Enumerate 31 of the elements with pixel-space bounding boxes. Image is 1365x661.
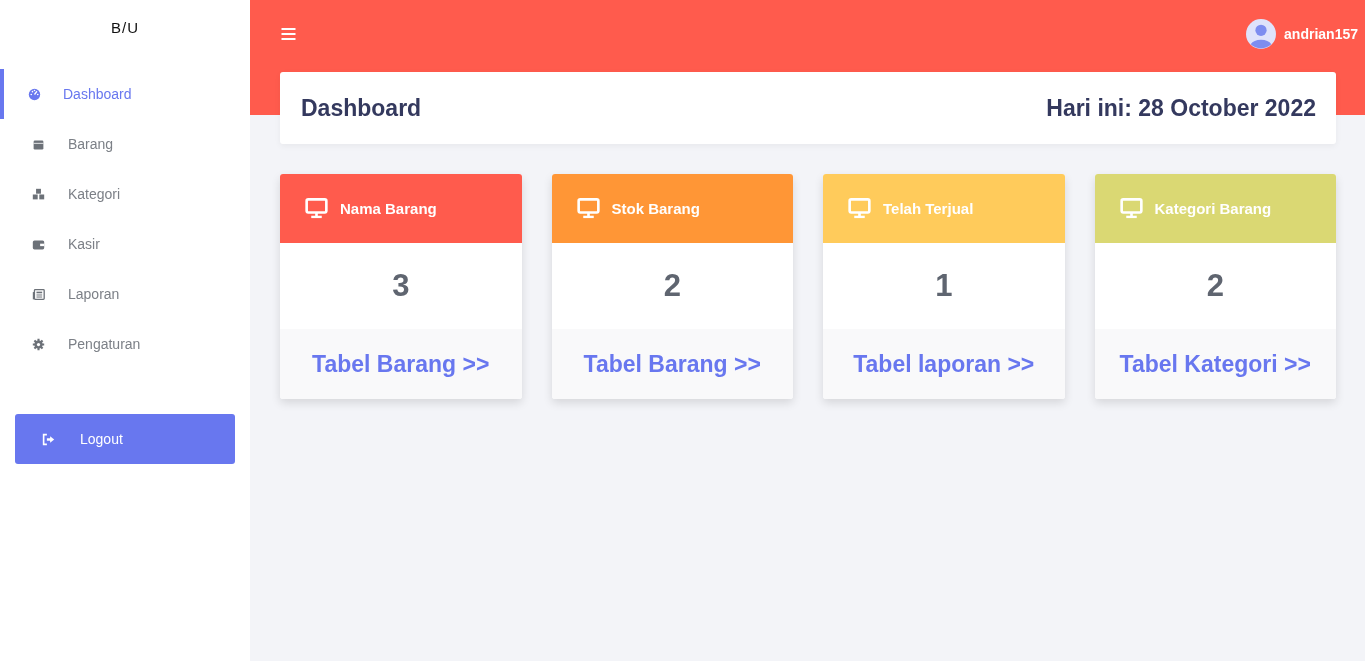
stat-value: 2 [1206,268,1224,304]
sidebar-item[interactable]: Laporan [0,269,250,319]
dashboard-gauge-icon [28,87,41,101]
date-text: Hari ini: 28 October 2022 [1046,94,1316,122]
card-title: Stok Barang [611,200,700,217]
card-title: Kategori Barang [1154,200,1272,217]
card-title: Telah Terjual [883,200,974,217]
newspaper-icon [32,287,45,301]
stat-value: 3 [392,268,410,304]
sidebar-item[interactable]: Pengaturan [0,319,250,369]
sidebar-item[interactable]: Barang [0,119,250,169]
page-title: Dashboard [301,94,422,122]
box-icon [32,137,45,151]
logout-button[interactable]: Logout [15,414,235,464]
monitor-icon [1119,198,1143,219]
monitor-icon [576,198,600,219]
stat-value: 1 [935,268,953,304]
wallet-icon [32,237,45,251]
menu-icon [280,26,297,42]
monitor-icon [305,198,328,219]
sidebar-item[interactable]: Kasir [0,219,250,269]
avatar-icon [1246,19,1277,49]
gear-icon [32,337,45,351]
user-menu[interactable]: andrian157 [1246,19,1358,49]
brand-logo: B/U [111,19,139,37]
stat-value: 2 [663,268,681,304]
card-title: Nama Barang [340,200,437,217]
monitor-icon [848,198,871,219]
boxes-icon [32,187,45,201]
logout-icon [42,432,55,446]
sidebar-item[interactable]: Kategori [0,169,250,219]
